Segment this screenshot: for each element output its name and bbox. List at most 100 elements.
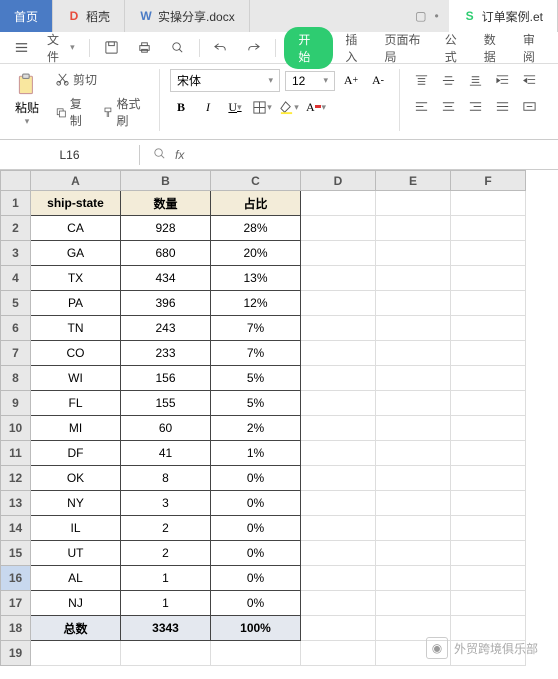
cell[interactable]	[451, 341, 526, 366]
cell[interactable]	[301, 341, 376, 366]
row-header[interactable]: 3	[1, 241, 31, 266]
redo-icon[interactable]	[240, 36, 267, 59]
menu-formula[interactable]: 公式	[439, 27, 472, 69]
cell[interactable]: 5%	[211, 391, 301, 416]
cell[interactable]	[301, 466, 376, 491]
cell[interactable]: 100%	[211, 616, 301, 641]
cell[interactable]	[301, 641, 376, 666]
cell[interactable]: AL	[31, 566, 121, 591]
cell[interactable]: 7%	[211, 341, 301, 366]
cell[interactable]: 数量	[121, 191, 211, 216]
cell[interactable]	[376, 266, 451, 291]
cell[interactable]	[301, 316, 376, 341]
cell[interactable]	[376, 216, 451, 241]
cell[interactable]: 2%	[211, 416, 301, 441]
cell[interactable]	[301, 541, 376, 566]
format-brush-button[interactable]: 格式刷	[98, 93, 149, 131]
col-header[interactable]: B	[121, 171, 211, 191]
cell[interactable]: 243	[121, 316, 211, 341]
cell[interactable]: 1%	[211, 441, 301, 466]
cell[interactable]	[451, 591, 526, 616]
cell[interactable]	[376, 416, 451, 441]
decrease-indent-button[interactable]	[518, 69, 540, 91]
cell[interactable]	[376, 391, 451, 416]
increase-font-button[interactable]: A+	[340, 70, 362, 92]
cell[interactable]: 928	[121, 216, 211, 241]
bold-button[interactable]: B	[170, 96, 192, 118]
row-header[interactable]: 4	[1, 266, 31, 291]
row-header[interactable]: 5	[1, 291, 31, 316]
cell[interactable]: PA	[31, 291, 121, 316]
fx-icon[interactable]: fx	[175, 148, 184, 162]
save-icon[interactable]	[98, 36, 125, 59]
italic-button[interactable]: I	[197, 96, 219, 118]
cell[interactable]	[451, 516, 526, 541]
menu-layout[interactable]: 页面布局	[379, 27, 433, 69]
cell[interactable]: 占比	[211, 191, 301, 216]
cell[interactable]	[376, 516, 451, 541]
zoom-icon[interactable]	[152, 146, 167, 164]
cell[interactable]	[376, 491, 451, 516]
cell[interactable]	[451, 266, 526, 291]
cell[interactable]: 20%	[211, 241, 301, 266]
row-header[interactable]: 13	[1, 491, 31, 516]
cell[interactable]	[301, 491, 376, 516]
cell[interactable]: 0%	[211, 516, 301, 541]
cell[interactable]: 2	[121, 541, 211, 566]
cell[interactable]	[376, 291, 451, 316]
col-header[interactable]: A	[31, 171, 121, 191]
cell[interactable]	[301, 416, 376, 441]
cell[interactable]	[376, 341, 451, 366]
cell[interactable]	[301, 291, 376, 316]
cell[interactable]	[451, 566, 526, 591]
row-header[interactable]: 2	[1, 216, 31, 241]
row-header[interactable]: 16	[1, 566, 31, 591]
cell[interactable]	[211, 641, 301, 666]
cell[interactable]	[376, 366, 451, 391]
cell[interactable]	[301, 241, 376, 266]
cell[interactable]	[376, 466, 451, 491]
cell[interactable]	[301, 391, 376, 416]
align-left-button[interactable]	[410, 95, 432, 117]
cell[interactable]: DF	[31, 441, 121, 466]
cell[interactable]: 680	[121, 241, 211, 266]
cell[interactable]	[451, 316, 526, 341]
menu-start[interactable]: 开始	[284, 27, 333, 69]
cell[interactable]: 0%	[211, 491, 301, 516]
border-button[interactable]: ▾	[251, 96, 273, 118]
cell[interactable]	[376, 191, 451, 216]
menu-review[interactable]: 审阅	[517, 27, 550, 69]
cell[interactable]: 434	[121, 266, 211, 291]
cell[interactable]	[376, 241, 451, 266]
row-header[interactable]: 7	[1, 341, 31, 366]
col-header[interactable]: D	[301, 171, 376, 191]
align-right-button[interactable]	[464, 95, 486, 117]
cell[interactable]: TN	[31, 316, 121, 341]
cell[interactable]: 2	[121, 516, 211, 541]
underline-button[interactable]: U▾	[224, 96, 246, 118]
cell[interactable]: 28%	[211, 216, 301, 241]
cell[interactable]: CO	[31, 341, 121, 366]
row-header[interactable]: 11	[1, 441, 31, 466]
row-header[interactable]: 14	[1, 516, 31, 541]
font-color-button[interactable]: A▾	[305, 96, 327, 118]
row-header[interactable]: 6	[1, 316, 31, 341]
cell[interactable]	[301, 216, 376, 241]
cell[interactable]: 155	[121, 391, 211, 416]
cut-button[interactable]: 剪切	[51, 69, 149, 90]
font-size-select[interactable]: 12▾	[285, 71, 335, 91]
name-box[interactable]: L16	[0, 145, 140, 165]
menu-insert[interactable]: 插入	[339, 27, 372, 69]
col-header[interactable]: F	[451, 171, 526, 191]
cell[interactable]	[301, 566, 376, 591]
cell[interactable]: IL	[31, 516, 121, 541]
row-header[interactable]: 12	[1, 466, 31, 491]
cell[interactable]: 1	[121, 591, 211, 616]
copy-button[interactable]: 复制	[51, 93, 93, 131]
cell[interactable]	[451, 466, 526, 491]
cell[interactable]: 3	[121, 491, 211, 516]
cell[interactable]: 156	[121, 366, 211, 391]
window-control-icon[interactable]: •	[434, 9, 438, 23]
cell[interactable]	[301, 366, 376, 391]
cell[interactable]	[451, 491, 526, 516]
